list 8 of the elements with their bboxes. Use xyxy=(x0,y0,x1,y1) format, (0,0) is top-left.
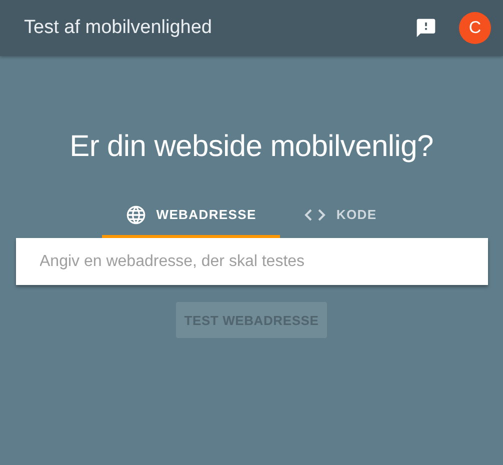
url-field[interactable]: Angiv en webadresse, der skal testes xyxy=(16,238,488,285)
code-icon xyxy=(304,208,326,222)
account-avatar[interactable]: C xyxy=(459,12,491,44)
app-title: Test af mobilvenlighed xyxy=(24,17,213,39)
globe-icon xyxy=(126,204,146,224)
feedback-icon[interactable] xyxy=(415,17,437,39)
page-heading: Er din webside mobilvenlig? xyxy=(70,130,434,164)
tab[interactable]: KODE xyxy=(280,194,401,238)
